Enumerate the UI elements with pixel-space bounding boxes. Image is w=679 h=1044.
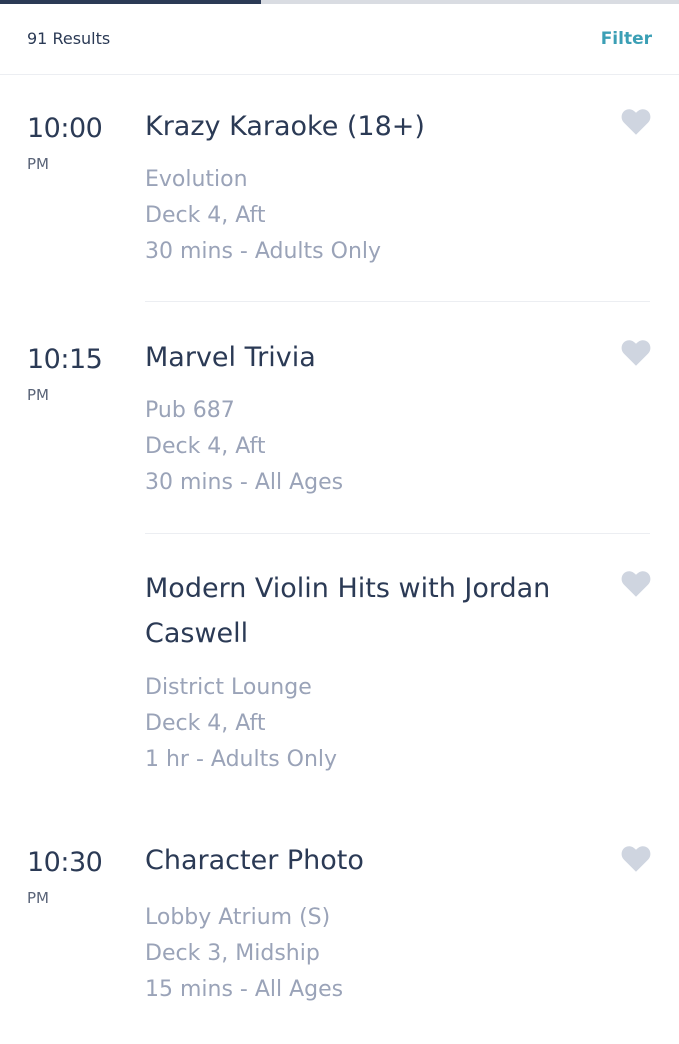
event-item[interactable]: Modern Violin Hits with Jordan Caswell D… bbox=[0, 537, 679, 817]
event-duration: 30 mins - All Ages bbox=[145, 470, 344, 495]
event-title: Character Photo bbox=[145, 845, 364, 876]
event-ampm: PM bbox=[27, 889, 49, 907]
heart-icon[interactable] bbox=[620, 108, 652, 136]
heart-icon[interactable] bbox=[620, 570, 652, 598]
event-duration: 15 mins - All Ages bbox=[145, 977, 344, 1002]
event-time: 10:30 bbox=[27, 847, 103, 878]
event-venue: District Lounge bbox=[145, 675, 312, 700]
event-title: Krazy Karaoke (18+) bbox=[145, 111, 425, 142]
divider bbox=[145, 533, 650, 534]
event-duration: 1 hr - Adults Only bbox=[145, 747, 338, 772]
event-item[interactable]: 10:15 PM Marvel Trivia Pub 687 Deck 4, A… bbox=[0, 306, 679, 536]
event-location: Deck 4, Aft bbox=[145, 434, 266, 459]
event-ampm: PM bbox=[27, 155, 49, 173]
results-header: 91 Results Filter bbox=[0, 4, 679, 75]
event-venue: Evolution bbox=[145, 167, 248, 192]
event-location: Deck 4, Aft bbox=[145, 711, 266, 736]
event-title: Modern Violin Hits with Jordan Caswell bbox=[145, 573, 551, 649]
divider bbox=[145, 301, 650, 302]
event-venue: Pub 687 bbox=[145, 398, 235, 423]
event-title: Marvel Trivia bbox=[145, 342, 316, 373]
heart-icon[interactable] bbox=[620, 845, 652, 873]
event-venue: Lobby Atrium (S) bbox=[145, 905, 331, 930]
results-count: 91 Results bbox=[27, 29, 111, 48]
event-time: 10:00 bbox=[27, 113, 103, 144]
event-ampm: PM bbox=[27, 386, 49, 404]
event-duration: 30 mins - Adults Only bbox=[145, 239, 382, 264]
heart-icon[interactable] bbox=[620, 339, 652, 367]
filter-button[interactable]: Filter bbox=[601, 29, 652, 49]
event-time: 10:15 bbox=[27, 344, 103, 375]
event-item[interactable]: 10:30 PM Character Photo Lobby Atrium (S… bbox=[0, 814, 679, 1044]
event-location: Deck 4, Aft bbox=[145, 203, 266, 228]
event-item[interactable]: 10:00 PM Krazy Karaoke (18+) Evolution D… bbox=[0, 75, 679, 305]
event-location: Deck 3, Midship bbox=[145, 941, 320, 966]
